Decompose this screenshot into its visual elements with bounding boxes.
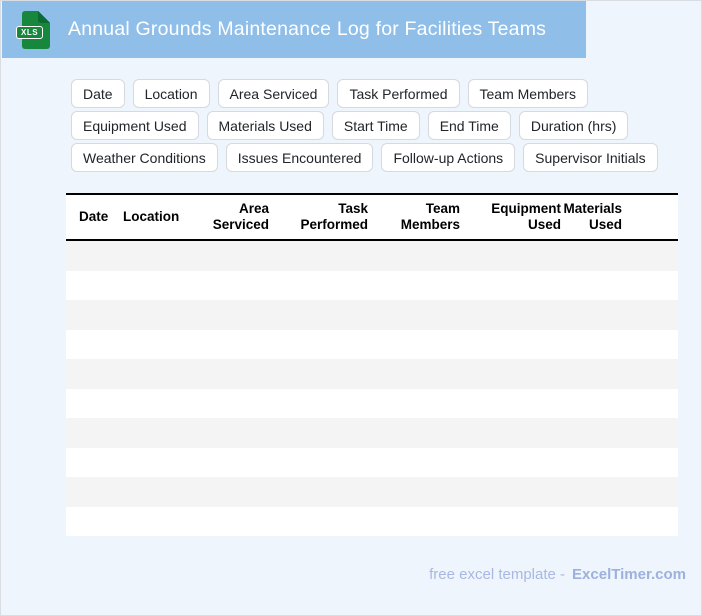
table-header-area-serviced: Area Serviced (212, 201, 269, 232)
table-header-date: Date (79, 209, 109, 224)
chip-row-1: Date Location Area Serviced Task Perform… (71, 79, 658, 108)
table-header-team-members: Team Members (400, 201, 460, 232)
table-row (66, 477, 678, 507)
chip-task-performed[interactable]: Task Performed (337, 79, 460, 108)
table-header-equipment-used: Equipment Used (491, 201, 561, 232)
chip-equipment-used[interactable]: Equipment Used (71, 111, 199, 140)
chip-row-2: Equipment Used Materials Used Start Time… (71, 111, 658, 140)
chip-weather-conditions[interactable]: Weather Conditions (71, 143, 218, 172)
table-row (66, 270, 678, 300)
chip-materials-used[interactable]: Materials Used (206, 111, 324, 140)
chip-issues-encountered[interactable]: Issues Encountered (225, 143, 374, 172)
xls-file-icon: XLS (16, 10, 51, 50)
xls-badge: XLS (16, 25, 44, 39)
chip-location[interactable]: Location (132, 79, 210, 108)
chip-duration-hrs[interactable]: Duration (hrs) (518, 111, 629, 140)
table-header-materials-used: Materials Used (563, 201, 622, 232)
table-row (66, 506, 678, 536)
table-row (66, 329, 678, 359)
chip-supervisor-initials[interactable]: Supervisor Initials (523, 143, 658, 172)
chip-start-time[interactable]: Start Time (331, 111, 420, 140)
table-header-location: Location (123, 209, 180, 224)
column-chip-list: Date Location Area Serviced Task Perform… (71, 79, 658, 175)
table-row (66, 418, 678, 448)
folded-corner-icon (38, 10, 50, 23)
footer: free excel template - ExcelTimer.com (1, 566, 686, 583)
title-banner: XLS Annual Grounds Maintenance Log for F… (2, 1, 586, 58)
table-row (66, 388, 678, 418)
footer-tagline: free excel template - (429, 566, 566, 583)
table-row (66, 300, 678, 330)
chip-team-members[interactable]: Team Members (467, 79, 588, 108)
table-body (66, 241, 678, 536)
table-row (66, 447, 678, 477)
chip-end-time[interactable]: End Time (427, 111, 511, 140)
chip-date[interactable]: Date (71, 79, 125, 108)
chip-follow-up-actions[interactable]: Follow-up Actions (381, 143, 516, 172)
table-header-task-performed: Task Performed (300, 201, 368, 232)
page-title: Annual Grounds Maintenance Log for Facil… (68, 18, 547, 40)
table-row (66, 241, 678, 271)
table-row (66, 359, 678, 389)
log-table: Date Location Area Serviced Task Perform… (66, 193, 678, 536)
chip-row-3: Weather Conditions Issues Encountered Fo… (71, 143, 658, 172)
template-preview-page: XLS Annual Grounds Maintenance Log for F… (0, 0, 702, 616)
footer-brand-link[interactable]: ExcelTimer.com (572, 566, 686, 583)
chip-area-serviced[interactable]: Area Serviced (217, 79, 330, 108)
table-header-row: Date Location Area Serviced Task Perform… (66, 193, 678, 241)
